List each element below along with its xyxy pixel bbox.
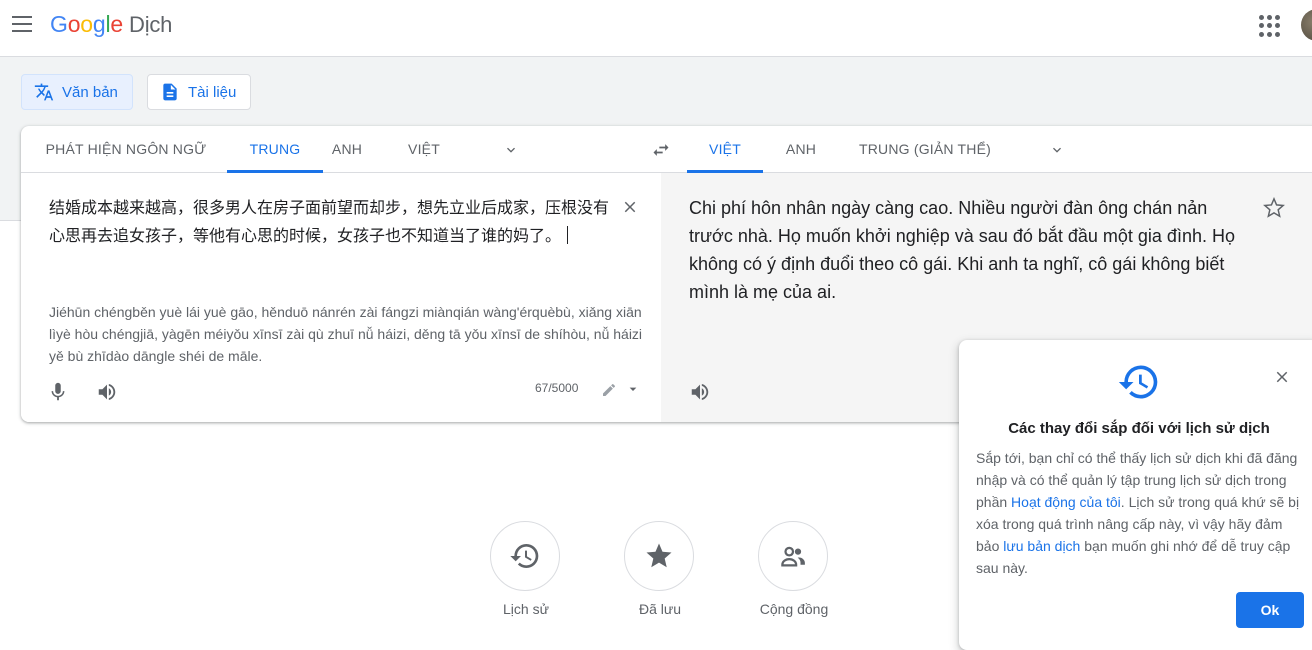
top-app-bar: Google Dịch [0,0,1312,57]
tab-target-chinese-simplified[interactable]: TRUNG (GIẢN THỂ) [855,126,995,173]
source-text: 结婚成本越来越高，很多男人在房子面前望而却步，想先立业后成家，压根没有心思再去追… [49,198,610,245]
logo-letter-1: G [50,11,68,37]
tab-detect-language[interactable]: PHÁT HIỆN NGÔN NGỮ [33,126,219,173]
text-mode-label: Văn bản [62,83,118,101]
history-label: Lịch sử [503,601,549,617]
history-icon [1118,365,1158,399]
avatar[interactable] [1301,9,1312,41]
dialog-title: Các thay đổi sắp đối với lịch sử dịch [1008,420,1270,437]
text-mode-button[interactable]: Văn bản [21,74,133,110]
logo-letter-6: e [110,11,123,37]
tab-source-vietnamese[interactable]: VIỆT [399,126,449,173]
source-more-languages-chevron-down-icon[interactable] [503,142,519,158]
options-caret-down-icon[interactable] [625,381,641,397]
community-button[interactable] [758,521,828,591]
edit-pencil-icon[interactable] [601,382,617,398]
star-icon [646,543,672,568]
google-apps-icon[interactable] [1259,15,1281,37]
tab-target-vietnamese[interactable]: VIỆT [687,126,763,173]
source-speaker-icon[interactable] [96,381,118,403]
save-translations-link[interactable]: lưu bản dịch [1003,538,1080,554]
tab-source-chinese[interactable]: TRUNG [227,126,323,173]
target-speaker-icon[interactable] [689,381,711,403]
translate-icon [34,83,54,101]
history-icon [510,544,539,568]
tab-source-english[interactable]: ANH [323,126,371,173]
document-mode-label: Tài liệu [188,83,237,101]
source-romanization: Jiéhūn chéngběn yuè lái yuè gāo, hěnduō … [49,304,643,364]
source-footer: 67/5000 [21,373,661,413]
history-changes-dialog: Các thay đổi sắp đối với lịch sử dịch Sắ… [959,340,1312,650]
product-name: Dịch [129,12,173,37]
source-textarea[interactable]: 结婚成本越来越高，很多男人在房子面前望而却步，想先立业后成家，压根没有心思再去追… [49,194,614,250]
hamburger-menu-icon[interactable] [12,16,32,32]
logo-letter-3: o [80,11,93,37]
history-button[interactable] [490,521,560,591]
text-cursor [567,226,569,244]
swap-languages-icon[interactable] [651,140,671,160]
microphone-icon[interactable] [47,381,69,403]
logo-letter-2: o [67,11,81,37]
clear-source-close-icon[interactable] [621,198,639,216]
document-icon [163,83,177,101]
tab-target-english[interactable]: ANH [777,126,825,173]
community-label: Cộng đồng [759,601,829,617]
source-pane: 结婚成本越来越高，很多男人在房子面前望而却步，想先立业后成家，压根没有心思再去追… [21,173,661,422]
logo-letter-4: g [92,11,106,37]
document-mode-button[interactable]: Tài liệu [147,74,252,110]
translated-text: Chi phí hôn nhân ngày càng cao. Nhiều ng… [689,198,1235,302]
google-translate-logo[interactable]: Google Dịch [50,11,172,38]
language-bar: PHÁT HIỆN NGÔN NGỮ TRUNG ANH VIỆT VIỆT A… [21,126,1312,173]
my-activity-link[interactable]: Hoạt động của tôi [1011,494,1121,510]
dialog-body: Sắp tới, bạn chỉ có thể thấy lịch sử dịc… [976,447,1308,579]
target-more-languages-chevron-down-icon[interactable] [1049,142,1065,158]
saved-button[interactable] [624,521,694,591]
save-translation-star-icon[interactable] [1263,197,1285,219]
dialog-close-icon[interactable] [1273,368,1291,386]
ok-button[interactable]: Ok [1236,592,1304,628]
character-counter: 67/5000 [535,381,579,395]
community-people-icon [781,546,805,567]
saved-label: Đã lưu [638,601,682,617]
